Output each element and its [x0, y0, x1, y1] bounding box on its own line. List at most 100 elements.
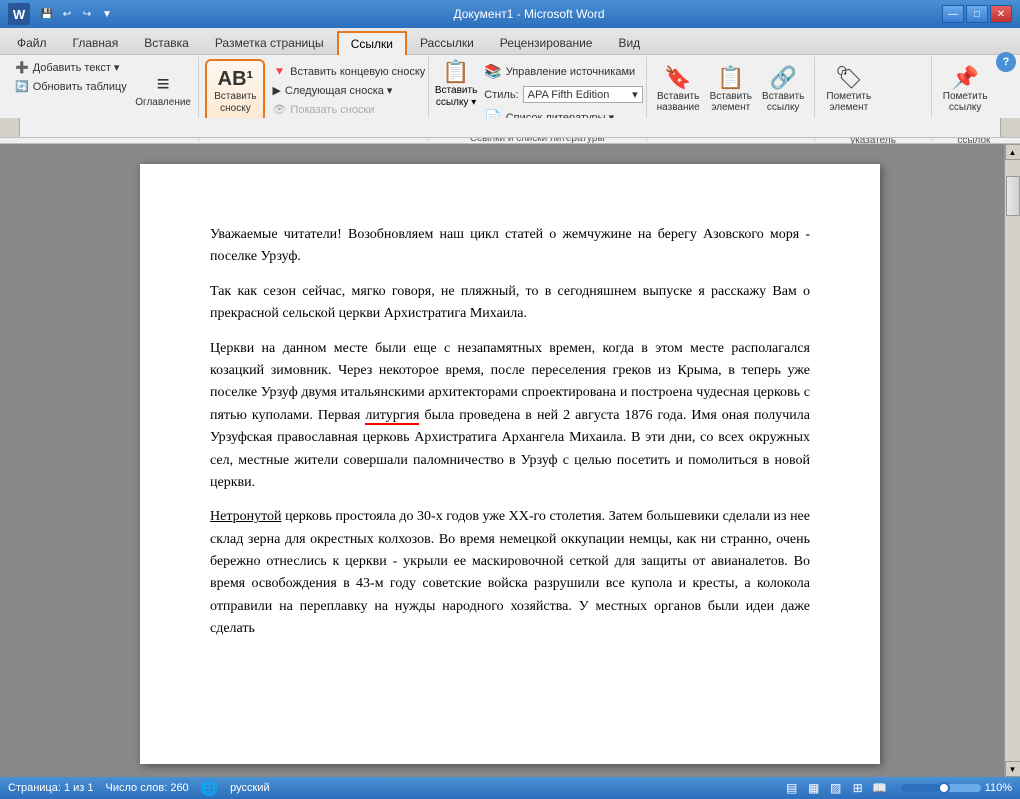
ribbon-tabs: Файл Главная Вставка Разметка страницы С…	[0, 28, 1020, 54]
status-bar: Страница: 1 из 1 Число слов: 260 🌐 русск…	[0, 777, 1020, 799]
word-liturgy: литургия	[365, 408, 419, 425]
insert-footnote-button[interactable]: AB¹ Вставитьсноску	[205, 59, 265, 123]
manage-icon: 📚	[484, 63, 501, 80]
add-text-label: Добавить текст ▾	[33, 61, 120, 74]
tab-references[interactable]: Ссылки	[337, 31, 407, 55]
group-footnotes-content: AB¹ Вставитьсноску 🔻 Вставить концевую с…	[205, 59, 421, 123]
scroll-thumb[interactable]	[1006, 176, 1020, 216]
document-area: Уважаемые читатели! Возобновляем наш цик…	[0, 144, 1020, 777]
tab-file[interactable]: Файл	[4, 30, 60, 54]
paragraph-1: Уважаемые читатели! Возобновляем наш цик…	[210, 224, 810, 269]
manage-sources-button[interactable]: 📚 Управление источниками	[479, 61, 647, 82]
show-icon: 👁	[272, 103, 286, 116]
redo-button[interactable]: ↪	[78, 5, 96, 23]
mark-element-label: Пометитьэлемент	[826, 91, 871, 113]
footnote-ab-icon: AB¹	[218, 68, 254, 91]
insert-element-button[interactable]: 📋 Вставитьэлемент	[706, 59, 756, 119]
scrollbar-right[interactable]: ▲ ▼	[1004, 144, 1020, 777]
ref-icon: 🔗	[769, 65, 796, 91]
ruler	[0, 118, 1020, 138]
mark-citation-icon: 📌	[951, 65, 978, 91]
next-footnote-button[interactable]: ▶ Следующая сноска ▾	[267, 82, 430, 99]
insert-endnote-label: Вставить концевую сноску	[290, 66, 425, 78]
style-dropdown[interactable]: APA Fifth Edition ▾	[523, 86, 643, 103]
minimize-button[interactable]: —	[942, 5, 964, 23]
save-button[interactable]: 💾	[38, 5, 56, 23]
close-button[interactable]: ✕	[990, 5, 1012, 23]
add-text-button[interactable]: ➕ Добавить текст ▾	[10, 59, 132, 76]
paragraph-4: Нетронутой церковь простояла до 30-х год…	[210, 506, 810, 640]
status-left: Страница: 1 из 1 Число слов: 260 🌐 русск…	[8, 780, 270, 797]
show-footnotes-button[interactable]: 👁 Показать сноски	[267, 101, 430, 118]
scroll-up-arrow[interactable]: ▲	[1005, 144, 1020, 160]
insert-ref-button[interactable]: 🔗 Вставитьссылку	[758, 59, 808, 119]
contents-icon: ≡	[157, 71, 170, 97]
quick-access: 💾 ↩ ↪ ▼	[38, 5, 116, 23]
insert-caption-button[interactable]: 🔖 Вставитьназвание	[653, 59, 704, 119]
mark-citation-label: Пометитьссылку	[943, 91, 988, 113]
element-label: Вставитьэлемент	[710, 91, 752, 113]
group-contents-content: ➕ Добавить текст ▾ 🔄 Обновить таблицу ≡ …	[10, 59, 192, 123]
view-reading-icon[interactable]: ▨	[827, 779, 845, 797]
maximize-button[interactable]: □	[966, 5, 988, 23]
tab-mailings[interactable]: Рассылки	[407, 30, 487, 54]
show-footnotes-label: Показать сноски	[290, 104, 374, 116]
style-dropdown-arrow: ▾	[632, 88, 638, 101]
document-page: Уважаемые читатели! Возобновляем наш цик…	[140, 164, 880, 764]
view-web-icon[interactable]: ▦	[805, 779, 823, 797]
scroll-down-arrow[interactable]: ▼	[1005, 761, 1020, 777]
group-captions-content: 🔖 Вставитьназвание 📋 Вставитьэлемент 🔗 В…	[653, 59, 809, 123]
quick-access-dropdown[interactable]: ▼	[98, 5, 116, 23]
next-icon: ▶	[272, 84, 280, 97]
update-table-label: Обновить таблицу	[33, 81, 127, 93]
undo-button[interactable]: ↩	[58, 5, 76, 23]
help-button[interactable]: ?	[996, 52, 1016, 72]
style-value: APA Fifth Edition	[528, 89, 610, 101]
contents-label: Оглавление	[135, 97, 191, 108]
update-icon: 🔄	[15, 80, 29, 93]
add-icon: ➕	[15, 61, 29, 74]
word-logo: W	[8, 3, 30, 25]
status-right: ▤ ▦ ▨ ⊞ 📖 110%	[783, 779, 1012, 797]
mark-citation-button[interactable]: 📌 Пометитьссылку	[938, 59, 993, 119]
window-title: Документ1 - Microsoft Word	[116, 7, 942, 21]
view-normal-icon[interactable]: ▤	[783, 779, 801, 797]
title-bar-controls: — □ ✕	[942, 5, 1012, 23]
view-fullscreen-icon[interactable]: ⊞	[849, 779, 867, 797]
next-footnote-label: Следующая сноска ▾	[285, 84, 393, 97]
word-untouched: Нетронутой	[210, 509, 282, 524]
title-bar-left: W 💾 ↩ ↪ ▼	[8, 3, 116, 25]
group-index-content: 🏷 Пометитьэлемент	[821, 59, 924, 119]
tab-home[interactable]: Главная	[60, 30, 132, 54]
ruler-left-margin	[0, 118, 20, 137]
ref-label: Вставитьссылку	[762, 91, 804, 113]
language: русский	[230, 782, 269, 794]
endnote-icon: 🔻	[272, 65, 286, 78]
zoom-slider[interactable]	[901, 784, 981, 792]
contents-button[interactable]: ≡ Оглавление	[134, 59, 193, 119]
insert-footnote-label: Вставитьсноску	[214, 91, 256, 115]
mark-element-button[interactable]: 🏷 Пометитьэлемент	[821, 59, 876, 119]
tab-view[interactable]: Вид	[605, 30, 653, 54]
paragraph-3: Церкви на данном месте были еще с незапа…	[210, 338, 810, 495]
element-icon: 📋	[717, 65, 744, 91]
page-info: Страница: 1 из 1	[8, 782, 94, 794]
manage-sources-label: Управление источниками	[506, 66, 635, 78]
error-icon: 🌐	[201, 780, 218, 797]
zoom-thumb[interactable]	[938, 782, 950, 794]
style-row: Стиль: APA Fifth Edition ▾	[479, 84, 647, 105]
insert-citation-button[interactable]: 📋 Вставитьссылку ▾	[435, 59, 477, 109]
document-scroll[interactable]: Уважаемые читатели! Возобновляем наш цик…	[0, 144, 1020, 777]
citation-icon: 📋	[442, 59, 469, 85]
tab-review[interactable]: Рецензирование	[487, 30, 606, 54]
insert-citation-label: Вставитьссылку ▾	[435, 85, 477, 109]
ruler-right-margin	[1000, 118, 1020, 137]
style-label: Стиль:	[484, 89, 518, 101]
paragraph-2: Так как сезон сейчас, мягко говоря, не п…	[210, 281, 810, 326]
tab-layout[interactable]: Разметка страницы	[202, 30, 337, 54]
zoom-control: 110%	[901, 782, 1012, 794]
update-table-button[interactable]: 🔄 Обновить таблицу	[10, 78, 132, 95]
tab-insert[interactable]: Вставка	[131, 30, 202, 54]
insert-endnote-button[interactable]: 🔻 Вставить концевую сноску	[267, 63, 430, 80]
view-book-icon[interactable]: 📖	[871, 779, 889, 797]
